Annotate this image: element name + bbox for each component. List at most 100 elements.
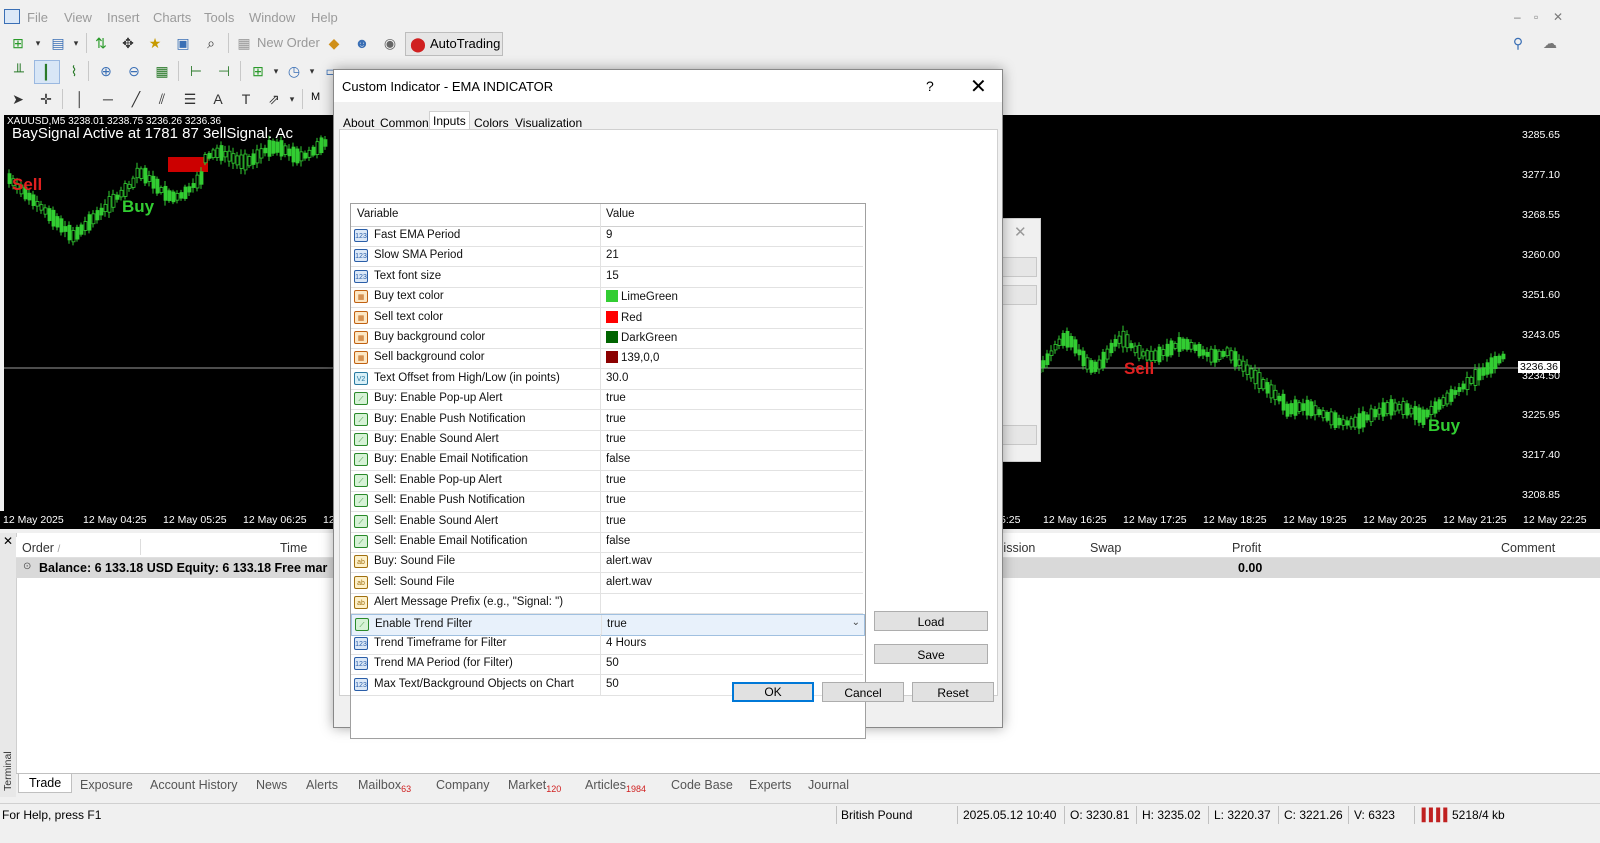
input-value[interactable]: alert.wav — [606, 576, 652, 588]
profiles-icon[interactable]: ▤ — [48, 33, 68, 53]
text-label-icon[interactable]: T — [236, 89, 256, 109]
strategy-tester-icon[interactable]: ⌕ — [201, 33, 221, 53]
line-chart-icon[interactable]: ⌇ — [64, 61, 84, 81]
menu-window[interactable]: Window — [249, 10, 295, 25]
restore-icon[interactable]: ▫ — [1534, 10, 1538, 24]
vertical-line-icon[interactable]: │ — [70, 89, 90, 109]
input-value[interactable]: false — [606, 535, 630, 547]
chevron-down-icon[interactable]: ▾ — [266, 61, 286, 81]
input-value[interactable]: 4 Hours — [606, 637, 646, 649]
save-button[interactable]: Save — [874, 644, 988, 664]
zoom-out-icon[interactable]: ⊖ — [124, 61, 144, 81]
column-swap[interactable]: Swap — [1090, 541, 1121, 555]
input-value[interactable]: 50 — [606, 678, 619, 690]
input-row[interactable]: ab Alert Message Prefix (e.g., "Signal: "… — [351, 593, 863, 615]
search-icon[interactable]: ⚲ — [1508, 33, 1528, 53]
signals-icon[interactable]: ◉ — [380, 33, 400, 53]
input-value[interactable]: true — [606, 392, 626, 404]
tab-account-history[interactable]: Account History — [150, 778, 238, 792]
tab-company[interactable]: Company — [436, 778, 490, 792]
input-value[interactable]: DarkGreen — [606, 331, 677, 344]
crosshair-icon[interactable]: ✛ — [36, 89, 56, 109]
status-profile[interactable]: British Pound — [841, 808, 912, 822]
input-value[interactable]: 9 — [606, 229, 612, 241]
candlestick-chart-button[interactable]: ┃ — [34, 60, 60, 84]
arrows-icon[interactable]: ⇗ — [264, 89, 284, 109]
input-row[interactable]: ⟋ Buy: Enable Push Notification true — [351, 409, 863, 431]
input-value[interactable]: LimeGreen — [606, 290, 678, 303]
chevron-down-icon[interactable]: ⌄ — [852, 617, 860, 628]
menu-help[interactable]: Help — [311, 10, 338, 25]
zoom-in-icon[interactable]: ⊕ — [96, 61, 116, 81]
input-value[interactable]: true — [606, 433, 626, 445]
bar-chart-icon[interactable]: ╨ — [9, 61, 29, 81]
favorites-icon[interactable]: ★ — [145, 33, 165, 53]
input-value[interactable]: 50 — [606, 657, 619, 669]
close-icon[interactable]: ✕ — [1014, 223, 1027, 241]
input-value[interactable]: 139,0,0 — [606, 351, 659, 364]
tab-experts[interactable]: Experts — [749, 778, 791, 792]
tab-mailbox[interactable]: Mailbox63 — [358, 778, 411, 794]
cancel-button[interactable]: Cancel — [822, 682, 904, 702]
market-watch-icon[interactable]: ⇅ — [91, 33, 111, 53]
autotrading-button[interactable]: ⬤ AutoTrading — [405, 32, 503, 56]
tab-alerts[interactable]: Alerts — [306, 778, 338, 792]
column-profit[interactable]: Profit — [1232, 541, 1261, 555]
tab-trade[interactable]: Trade — [18, 774, 73, 793]
terminal-icon[interactable]: ▣ — [173, 33, 193, 53]
chart-shift-icon[interactable]: ⊣ — [214, 61, 234, 81]
input-row[interactable]: 123 Fast EMA Period 9 — [351, 226, 863, 247]
input-value[interactable]: 21 — [606, 249, 619, 261]
tab-news[interactable]: News — [256, 778, 287, 792]
input-row[interactable]: 123 Trend Timeframe for Filter 4 Hours — [351, 634, 863, 655]
minimize-icon[interactable]: – — [1514, 10, 1521, 24]
trendline-icon[interactable]: ╱ — [126, 89, 146, 109]
close-icon[interactable]: ✕ — [970, 74, 987, 99]
input-row[interactable]: 123 Slow SMA Period 21 — [351, 246, 863, 268]
input-row[interactable]: ⟋ Sell: Enable Push Notification true — [351, 491, 863, 513]
tab-exposure[interactable]: Exposure — [80, 778, 133, 792]
periods-icon[interactable]: ◷ — [284, 61, 304, 81]
menu-insert[interactable]: Insert — [107, 10, 140, 25]
input-row[interactable]: ▦ Buy text color LimeGreen — [351, 287, 863, 309]
column-comment[interactable]: Comment — [1501, 541, 1555, 555]
new-order-icon[interactable]: ▦ — [234, 33, 254, 53]
input-row[interactable]: 123 Trend MA Period (for Filter) 50 — [351, 654, 863, 676]
load-button[interactable]: Load — [874, 611, 988, 631]
cursor-icon[interactable]: ➤ — [8, 89, 28, 109]
chat-icon[interactable]: ☁ — [1540, 33, 1560, 53]
reset-button[interactable]: Reset — [912, 682, 994, 702]
input-value[interactable]: true — [606, 515, 626, 527]
input-value[interactable]: 30.0 — [606, 372, 628, 384]
tab-market[interactable]: Market120 — [508, 778, 561, 794]
input-row[interactable]: ⟋ Buy: Enable Sound Alert true — [351, 430, 863, 451]
input-row[interactable]: ⟋ Sell: Enable Email Notification false — [351, 532, 863, 553]
input-row[interactable]: ⟋ Buy: Enable Pop-up Alert true — [351, 389, 863, 411]
close-terminal-icon[interactable]: ✕ — [3, 534, 13, 548]
horizontal-line-icon[interactable]: ─ — [98, 89, 118, 109]
tab-articles[interactable]: Articles1984 — [585, 778, 646, 794]
column-time[interactable]: Time — [280, 541, 307, 555]
metaeditor-icon[interactable]: ◆ — [324, 33, 344, 53]
input-value[interactable]: alert.wav — [606, 555, 652, 567]
input-row[interactable]: ▦ Sell text color Red — [351, 307, 863, 329]
help-icon[interactable]: ? — [926, 78, 934, 94]
text-icon[interactable]: A — [208, 89, 228, 109]
input-row[interactable]: ⟋ Sell: Enable Pop-up Alert true — [351, 470, 863, 492]
input-row[interactable]: ab Sell: Sound File alert.wav — [351, 572, 863, 594]
equidistant-channel-icon[interactable]: ⫽ — [152, 89, 172, 109]
input-value[interactable]: true — [606, 474, 626, 486]
ok-button[interactable]: OK — [732, 682, 814, 702]
chevron-down-icon[interactable]: ▾ — [302, 61, 322, 81]
chevron-down-icon[interactable]: ▾ — [66, 33, 86, 53]
menu-charts[interactable]: Charts — [153, 10, 191, 25]
input-row[interactable]: ⟋ Enable Trend Filter true ⌄ — [351, 613, 865, 636]
input-value[interactable]: true — [606, 494, 626, 506]
tile-windows-icon[interactable]: ▦ — [152, 61, 172, 81]
tab-code-base[interactable]: Code Base — [671, 778, 733, 792]
input-row[interactable]: ▦ Sell background color 139,0,0 — [351, 348, 863, 370]
input-value[interactable]: false — [606, 453, 630, 465]
input-row[interactable]: 123 Text font size 15 — [351, 266, 863, 288]
indicators-icon[interactable]: ⊞ — [248, 61, 268, 81]
menu-file[interactable]: File — [27, 10, 48, 25]
